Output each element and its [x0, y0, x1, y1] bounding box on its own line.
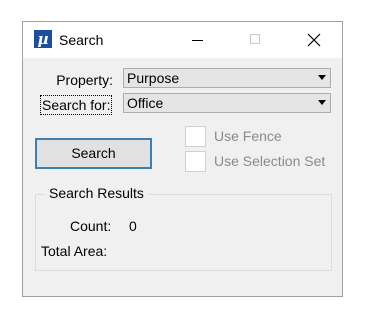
search-dialog: µ Search Property: Purpose Search for: O… [22, 21, 343, 297]
use-fence-label: Use Fence [214, 128, 282, 144]
close-button[interactable] [299, 28, 329, 52]
microstation-icon: µ [34, 30, 52, 48]
minimize-button[interactable] [183, 28, 213, 52]
use-fence-checkbox[interactable] [185, 126, 206, 147]
search-for-label: Search for: [40, 95, 113, 115]
window-title: Search [59, 32, 104, 48]
title-bar[interactable]: µ Search [23, 22, 342, 58]
search-for-select-value: Office [127, 95, 164, 111]
use-selection-set-checkbox[interactable] [185, 151, 206, 172]
close-icon [307, 33, 321, 47]
total-area-label: Total Area: [41, 243, 108, 259]
maximize-button [241, 28, 271, 52]
count-value: 0 [129, 218, 137, 234]
property-select-value: Purpose [127, 70, 180, 86]
search-for-select[interactable]: Office [123, 93, 331, 113]
search-button[interactable]: Search [35, 138, 152, 169]
use-selection-set-label: Use Selection Set [214, 153, 326, 169]
property-select[interactable]: Purpose [123, 68, 331, 88]
search-results-title: Search Results [45, 185, 148, 201]
chevron-down-icon [318, 75, 326, 80]
count-label: Count: [70, 218, 112, 234]
property-label: Property: [56, 72, 113, 88]
chevron-down-icon [318, 100, 326, 105]
